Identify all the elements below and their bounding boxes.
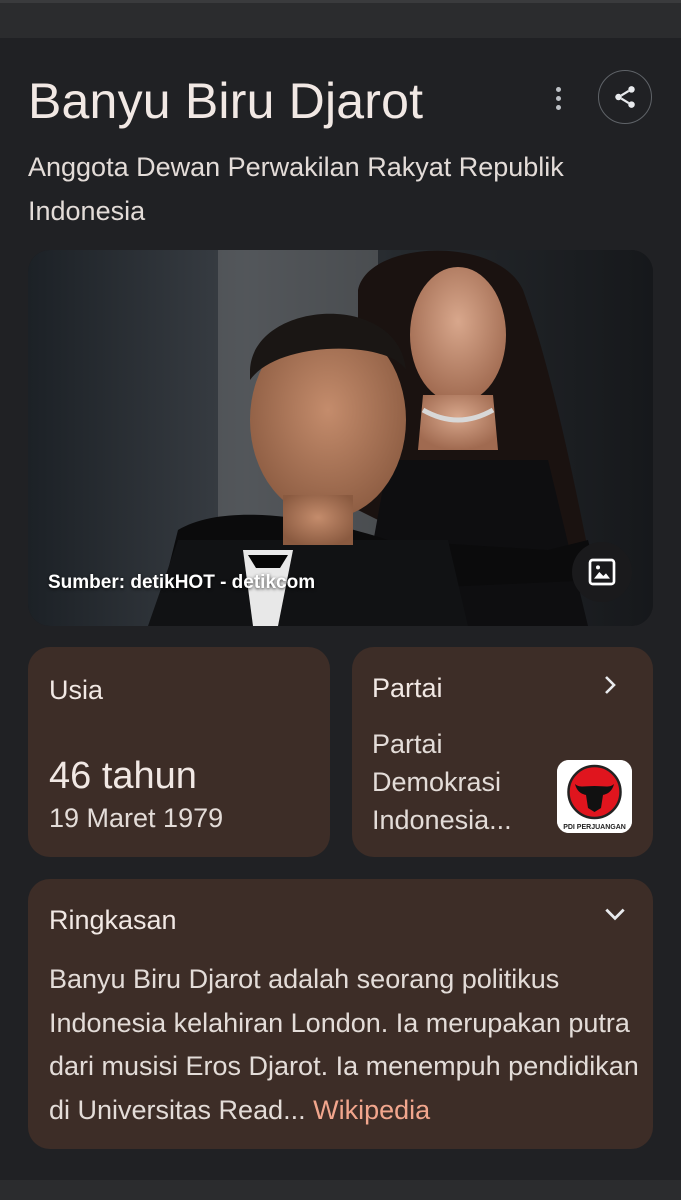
- more-vert-icon: [555, 86, 561, 92]
- age-card[interactable]: Usia 46 tahun 19 Maret 1979: [28, 647, 330, 857]
- chevron-down-icon[interactable]: [602, 901, 628, 927]
- photo-illustration: [28, 250, 653, 626]
- view-images-button[interactable]: [572, 542, 632, 602]
- share-button[interactable]: [598, 70, 652, 124]
- wikipedia-link[interactable]: Wikipedia: [313, 1095, 430, 1125]
- entity-photo[interactable]: Sumber: detikHOT - detikcom: [28, 250, 653, 626]
- party-name: Partai Demokrasi Indonesia...: [372, 729, 512, 835]
- entity-title: Banyu Biru Djarot: [28, 73, 424, 129]
- browser-bottom-bar: [0, 1180, 681, 1200]
- summary-ellipsis: ...: [283, 1094, 306, 1125]
- image-icon: [588, 558, 616, 586]
- party-logo: PDI PERJUANGAN: [557, 760, 632, 833]
- summary-card[interactable]: Ringkasan Banyu Biru Djarot adalah seora…: [28, 879, 653, 1149]
- svg-text:PDI PERJUANGAN: PDI PERJUANGAN: [563, 824, 626, 831]
- more-options-button[interactable]: [540, 80, 576, 116]
- image-source-caption[interactable]: Sumber: detikHOT - detikcom: [48, 572, 315, 594]
- browser-top-bar: [0, 0, 681, 38]
- party-label: Partai: [372, 673, 443, 703]
- share-icon: [615, 86, 635, 108]
- chevron-right-icon: [605, 676, 616, 694]
- more-vert-icon-dot: [555, 95, 561, 101]
- pdi-perjuangan-logo: PDI PERJUANGAN: [557, 760, 632, 833]
- more-vert-icon-dot: [555, 104, 561, 110]
- summary-text: Banyu Biru Djarot adalah seorang politik…: [49, 958, 639, 1132]
- age-value: 46 tahun: [49, 755, 197, 797]
- party-card[interactable]: Partai Partai Demokrasi Indonesia... PDI…: [352, 647, 653, 857]
- age-label: Usia: [49, 675, 104, 705]
- birth-date: 19 Maret 1979: [49, 803, 224, 833]
- summary-label: Ringkasan: [49, 905, 177, 935]
- top-divider: [0, 0, 681, 3]
- entity-description: Anggota Dewan Perwakilan Rakyat Republik…: [28, 152, 564, 226]
